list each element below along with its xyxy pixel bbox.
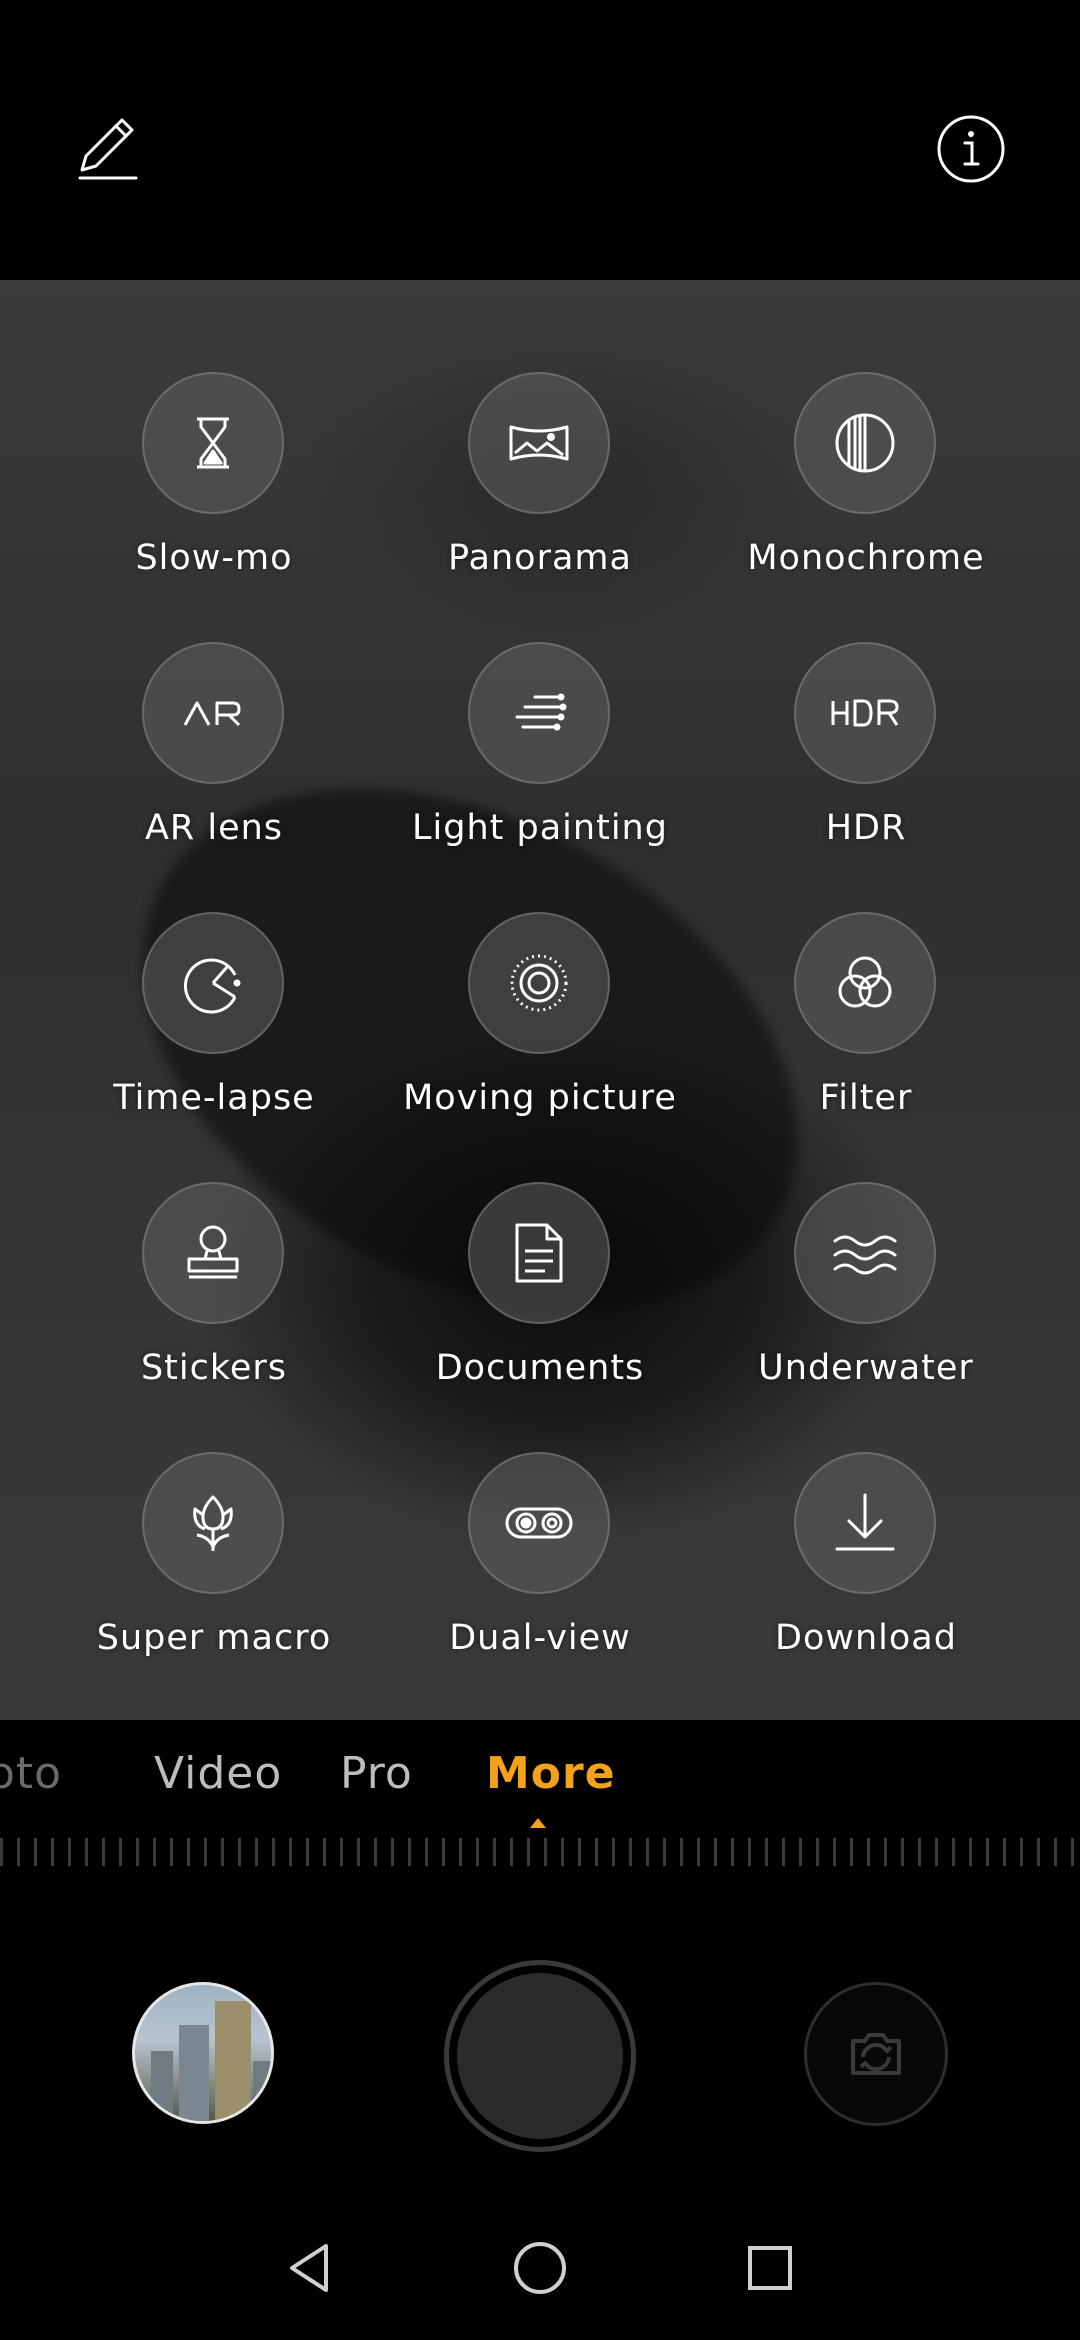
download-icon[interactable] bbox=[794, 1452, 936, 1594]
waves-icon[interactable] bbox=[794, 1182, 936, 1324]
mode-scale-ticks bbox=[0, 1838, 1080, 1866]
top-bar bbox=[0, 0, 1080, 280]
mode-download[interactable]: Download bbox=[686, 1360, 1046, 1658]
info-icon[interactable] bbox=[934, 112, 1008, 186]
mode-documents[interactable]: Documents bbox=[360, 1090, 720, 1388]
mode-label: Super macro bbox=[96, 1618, 332, 1658]
panorama-icon[interactable] bbox=[468, 372, 610, 514]
stamp-icon[interactable] bbox=[142, 1182, 284, 1324]
tab-more[interactable]: More bbox=[486, 1748, 616, 1799]
mode-label: Dual-view bbox=[449, 1618, 631, 1658]
more-modes-panel: Slow-mo Panorama Monochrome AR lens Ligh… bbox=[0, 280, 1080, 1720]
moving-picture-icon[interactable] bbox=[468, 912, 610, 1054]
ar-icon[interactable] bbox=[142, 642, 284, 784]
mode-panorama[interactable]: Panorama bbox=[360, 280, 720, 578]
mode-filter[interactable]: Filter bbox=[686, 820, 1046, 1118]
flower-icon[interactable] bbox=[142, 1452, 284, 1594]
document-icon[interactable] bbox=[468, 1182, 610, 1324]
mode-slow-mo[interactable]: Slow-mo bbox=[34, 280, 394, 578]
tab-pro[interactable]: Pro bbox=[340, 1748, 413, 1799]
tab-video[interactable]: Video bbox=[154, 1748, 282, 1799]
mode-stickers[interactable]: Stickers bbox=[34, 1090, 394, 1388]
home-icon[interactable] bbox=[510, 2238, 570, 2298]
light-painting-icon[interactable] bbox=[468, 642, 610, 784]
switch-camera-icon[interactable] bbox=[804, 1982, 948, 2126]
hdr-icon[interactable] bbox=[794, 642, 936, 784]
mode-monochrome[interactable]: Monochrome bbox=[686, 280, 1046, 578]
filter-icon[interactable] bbox=[794, 912, 936, 1054]
mode-underwater[interactable]: Underwater bbox=[686, 1090, 1046, 1388]
timelapse-icon[interactable] bbox=[142, 912, 284, 1054]
mode-hdr[interactable]: HDR bbox=[686, 550, 1046, 848]
hourglass-icon[interactable] bbox=[142, 372, 284, 514]
system-navigation-bar bbox=[0, 2200, 1080, 2340]
pencil-icon[interactable] bbox=[72, 112, 146, 186]
mode-dual-view[interactable]: Dual-view bbox=[360, 1360, 720, 1658]
mode-time-lapse[interactable]: Time-lapse bbox=[34, 820, 394, 1118]
mode-label: Download bbox=[775, 1618, 957, 1658]
camera-mode-strip: oto Video Pro More bbox=[0, 1720, 1080, 1870]
mode-grid: Slow-mo Panorama Monochrome AR lens Ligh… bbox=[0, 280, 1080, 1720]
tab-photo[interactable]: oto bbox=[0, 1748, 62, 1799]
gallery-thumbnail[interactable] bbox=[132, 1982, 274, 2124]
mode-ar-lens[interactable]: AR lens bbox=[34, 550, 394, 848]
mode-selector-indicator bbox=[530, 1818, 546, 1828]
back-icon[interactable] bbox=[280, 2238, 340, 2298]
mode-moving-picture[interactable]: Moving picture bbox=[360, 820, 720, 1118]
monochrome-icon[interactable] bbox=[794, 372, 936, 514]
dual-view-icon[interactable] bbox=[468, 1452, 610, 1594]
mode-light-painting[interactable]: Light painting bbox=[360, 550, 720, 848]
recents-icon[interactable] bbox=[740, 2238, 800, 2298]
mode-super-macro[interactable]: Super macro bbox=[34, 1360, 394, 1658]
shutter-button[interactable] bbox=[444, 1960, 636, 2152]
